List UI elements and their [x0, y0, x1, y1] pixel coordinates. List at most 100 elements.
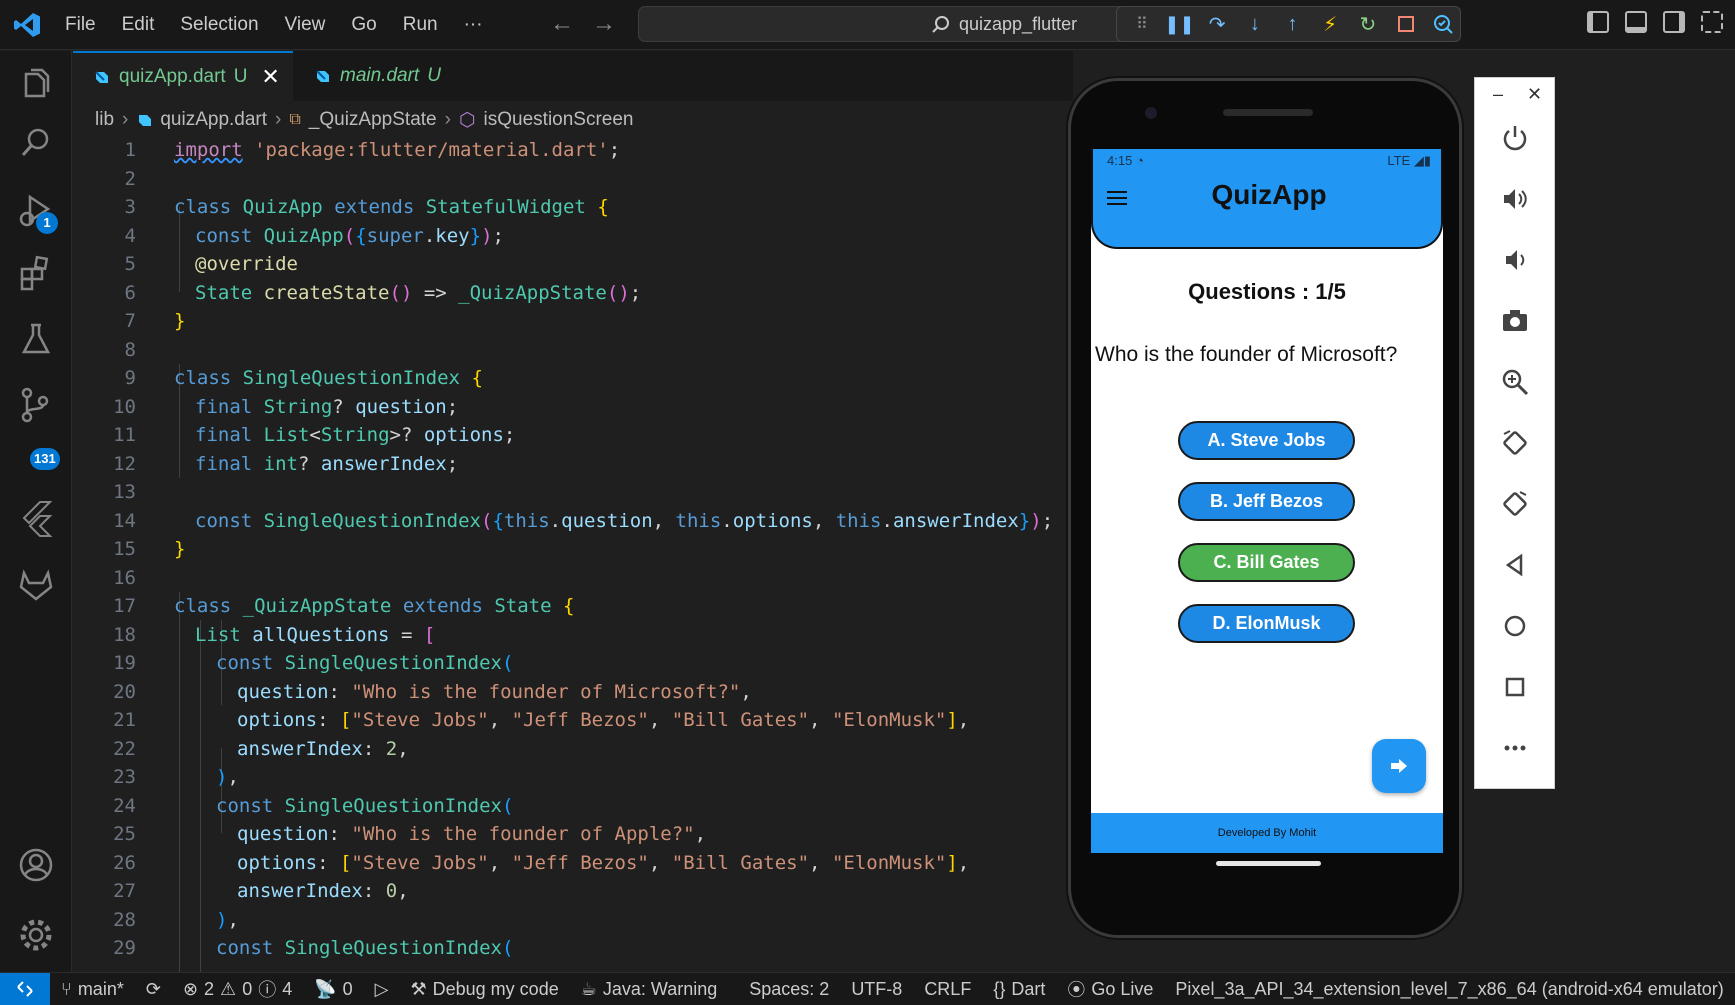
- power-button[interactable]: [1495, 118, 1535, 158]
- breadcrumb-field[interactable]: isQuestionScreen: [484, 109, 634, 131]
- step-into-icon[interactable]: ↓: [1238, 10, 1272, 38]
- token: "Who is the founder of Apple?": [351, 823, 695, 845]
- menu-more[interactable]: ···: [451, 14, 496, 36]
- toggle-primary-sidebar-icon[interactable]: [1587, 11, 1609, 33]
- restart-icon[interactable]: ↻: [1351, 10, 1385, 38]
- gesture-home-bar[interactable]: [1216, 861, 1321, 866]
- vscode-logo-icon[interactable]: [12, 10, 42, 40]
- token: const: [195, 224, 253, 247]
- token: State: [195, 281, 253, 304]
- pause-icon[interactable]: ❚❚: [1163, 10, 1197, 38]
- tab-main-dart[interactable]: main.dart U: [294, 51, 454, 101]
- search-sidebar-icon[interactable]: [16, 123, 56, 163]
- close-tab-icon[interactable]: ✕: [261, 64, 279, 90]
- gitlab-icon[interactable]: [16, 565, 56, 605]
- drag-handle-icon[interactable]: ⠿: [1125, 10, 1159, 38]
- code-editor[interactable]: 1 import 'package:flutter/material.dart';…: [73, 136, 1073, 972]
- step-over-icon[interactable]: ↷: [1200, 10, 1234, 38]
- debug-toggle-icon: ⚒: [410, 978, 427, 999]
- token: ;: [608, 139, 621, 161]
- debug-my-code-status[interactable]: ⚒ Debug my code: [400, 979, 570, 1000]
- untracked-indicator: U: [233, 66, 248, 87]
- stop-icon[interactable]: [1389, 10, 1423, 38]
- java-status[interactable]: ☕ Java: Warning: [570, 979, 729, 1000]
- menu-selection[interactable]: Selection: [167, 14, 271, 36]
- token: const: [195, 509, 253, 532]
- accounts-icon[interactable]: [16, 845, 56, 885]
- close-button[interactable]: ✕: [1527, 84, 1542, 105]
- ports-status[interactable]: 📡 0: [303, 979, 363, 1000]
- eol-status[interactable]: CRLF: [913, 979, 982, 1000]
- token: "Bill Gates": [671, 709, 810, 731]
- language-mode-status[interactable]: {} Dart: [982, 979, 1056, 1000]
- code-line: 12 final int? answerIndex;: [73, 450, 1073, 479]
- token: ,: [227, 908, 239, 931]
- zoom-button[interactable]: [1495, 362, 1535, 402]
- chevron-right-icon: ›: [444, 109, 451, 130]
- overview-button[interactable]: [1495, 667, 1535, 707]
- customize-layout-icon[interactable]: [1701, 11, 1723, 33]
- breadcrumb-file[interactable]: quizApp.dart: [160, 109, 267, 131]
- screenshot-button[interactable]: [1495, 301, 1535, 341]
- flutter-icon[interactable]: [16, 498, 56, 538]
- token: ;: [492, 224, 504, 247]
- menu-edit[interactable]: Edit: [109, 14, 168, 36]
- token: class: [174, 595, 232, 617]
- more-options-button[interactable]: [1495, 728, 1535, 768]
- menu-go[interactable]: Go: [338, 14, 389, 36]
- token: ,: [809, 851, 832, 874]
- debug-launch-status[interactable]: ▷: [364, 979, 400, 1000]
- step-out-icon[interactable]: ↑: [1276, 10, 1310, 38]
- minimize-button[interactable]: –: [1493, 84, 1503, 105]
- home-button[interactable]: [1495, 606, 1535, 646]
- volume-up-button[interactable]: [1495, 179, 1535, 219]
- toggle-panel-icon[interactable]: [1625, 11, 1647, 33]
- source-control-icon[interactable]: [16, 385, 56, 425]
- encoding-status[interactable]: UTF-8: [840, 979, 913, 1000]
- option-d-button[interactable]: D. ElonMusk: [1178, 604, 1355, 643]
- explorer-icon[interactable]: [16, 65, 56, 105]
- option-a-button[interactable]: A. Steve Jobs: [1178, 421, 1355, 460]
- next-question-button[interactable]: [1372, 739, 1426, 793]
- hot-reload-icon[interactable]: ⚡: [1313, 10, 1347, 38]
- breadcrumb-folder[interactable]: lib: [95, 109, 114, 131]
- device-screen[interactable]: 4:15 ◔ LTE ◢▮ QuizApp Questions : 1/5 Wh…: [1091, 149, 1443, 853]
- option-b-button[interactable]: B. Jeff Bezos: [1178, 482, 1355, 521]
- token: 'package:flutter/material.dart': [254, 139, 609, 161]
- rotate-right-button[interactable]: [1495, 484, 1535, 524]
- line-number: 13: [113, 481, 136, 503]
- camera-icon: [1503, 310, 1527, 331]
- toggle-secondary-sidebar-icon[interactable]: [1663, 11, 1685, 33]
- device-status[interactable]: Pixel_3a_API_34_extension_level_7_x86_64…: [1164, 979, 1734, 1000]
- token: class: [174, 367, 232, 389]
- token: =>: [412, 281, 459, 304]
- menu-file[interactable]: File: [52, 14, 109, 36]
- devtools-search-icon[interactable]: [1426, 10, 1460, 38]
- back-arrow-icon[interactable]: ←: [550, 10, 574, 38]
- token: @override: [195, 253, 298, 275]
- indentation-status[interactable]: Spaces: 2: [738, 979, 840, 1000]
- settings-gear-icon[interactable]: [16, 915, 56, 955]
- problems-status[interactable]: ⊗ 2 ⚠ 0 ⓘ 4: [172, 976, 303, 1002]
- extensions-icon[interactable]: [16, 253, 56, 293]
- token: options: [732, 509, 813, 532]
- breadcrumb-class[interactable]: _QuizAppState: [309, 109, 437, 131]
- testing-icon[interactable]: [16, 319, 56, 359]
- back-button[interactable]: [1495, 545, 1535, 585]
- forward-arrow-icon[interactable]: →: [592, 10, 616, 38]
- remote-indicator[interactable]: [0, 972, 50, 1005]
- menu-run[interactable]: Run: [390, 14, 451, 36]
- branch-status[interactable]: ⑂ main*: [50, 979, 135, 1000]
- volume-down-button[interactable]: [1495, 240, 1535, 280]
- menu-view[interactable]: View: [272, 14, 339, 36]
- rotate-left-button[interactable]: [1495, 423, 1535, 463]
- untracked-indicator: U: [427, 65, 441, 86]
- info-count: 4: [282, 978, 293, 999]
- tab-label: quizApp.dart: [119, 66, 226, 87]
- tab-quizapp-dart[interactable]: quizApp.dart U ✕: [73, 51, 293, 101]
- option-c-button[interactable]: C. Bill Gates: [1178, 543, 1355, 582]
- go-live-status[interactable]: ⦿ Go Live: [1056, 976, 1164, 1002]
- sync-status[interactable]: ⟳: [135, 979, 172, 1000]
- line-number: 1: [124, 139, 136, 161]
